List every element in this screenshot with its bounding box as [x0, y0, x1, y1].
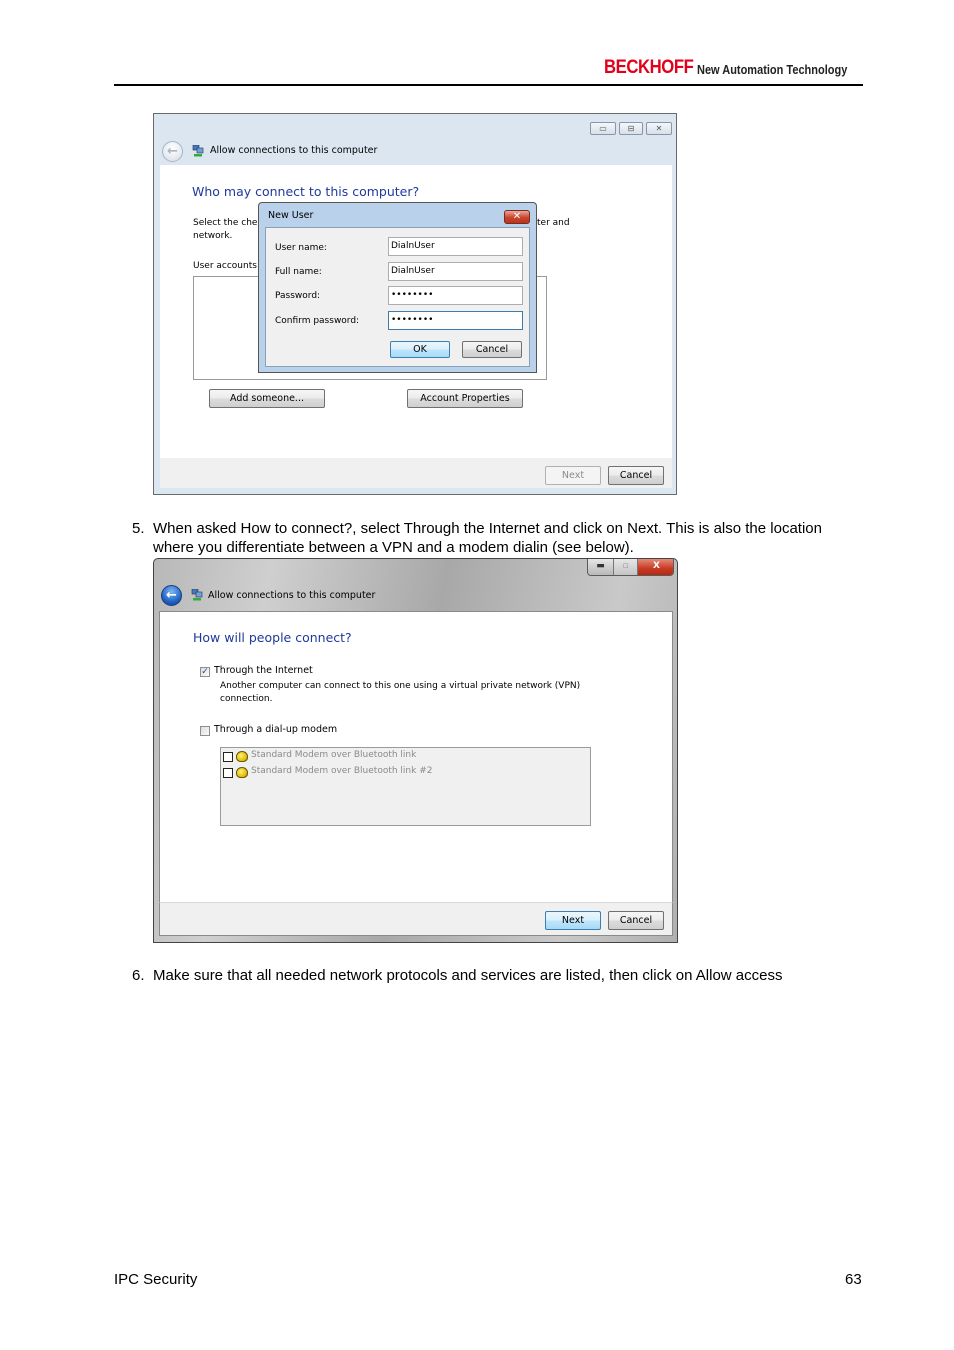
- back-arrow-icon: ←: [167, 144, 178, 159]
- through-internet-label[interactable]: Through the Internet: [214, 665, 313, 676]
- modem-icon: [236, 767, 248, 778]
- step-5-line1: When asked How to connect?, select Throu…: [153, 520, 822, 537]
- new-user-dialog: New User ✕ User name: DialnUser Full nam…: [258, 202, 537, 373]
- wizard-footer: Next Cancel: [159, 903, 673, 936]
- next-button[interactable]: Next: [545, 466, 601, 485]
- dial-up-modem-label[interactable]: Through a dial-up modem: [214, 724, 337, 735]
- caption-buttons: ▬ ▫ X: [587, 559, 674, 576]
- modem-icon: [236, 751, 248, 762]
- full-name-input[interactable]: DialnUser: [388, 262, 523, 281]
- close-button[interactable]: X: [638, 559, 673, 575]
- back-button[interactable]: ←: [162, 141, 183, 162]
- network-computer-icon: [191, 589, 203, 601]
- step-6-text: Make sure that all needed network protoc…: [153, 967, 783, 984]
- internet-description-line2: connection.: [220, 694, 273, 704]
- beckhoff-logo: BECKHOFF: [604, 57, 694, 78]
- modem-checkbox[interactable]: [223, 768, 233, 778]
- window-title: Allow connections to this computer: [210, 145, 378, 156]
- account-properties-button[interactable]: Account Properties: [407, 389, 523, 408]
- page-number: 63: [845, 1271, 862, 1288]
- header-divider: [114, 84, 863, 86]
- instruction-text: Select the che: [193, 218, 258, 228]
- cancel-button[interactable]: Cancel: [608, 466, 664, 485]
- dialog-cancel-button[interactable]: Cancel: [462, 341, 522, 358]
- minimize-button[interactable]: ▭: [590, 122, 616, 135]
- maximize-button[interactable]: ▫: [614, 559, 638, 575]
- user-accounts-label: User accounts: [193, 261, 257, 271]
- internet-description: Another computer can connect to this one…: [220, 681, 581, 691]
- brand-tagline: New Automation Technology: [697, 63, 848, 77]
- back-arrow-icon: ←: [166, 588, 177, 603]
- dialog-close-button[interactable]: ✕: [504, 210, 530, 224]
- step-5-number: 5.: [132, 520, 145, 537]
- next-button[interactable]: Next: [545, 911, 601, 930]
- allow-connections-window-connect: ▬ ▫ X ← Allow connections to this comput…: [153, 558, 678, 943]
- modem-item[interactable]: Standard Modem over Bluetooth link: [251, 750, 416, 760]
- wizard-content: How will people connect? ✓ Through the I…: [159, 611, 673, 903]
- password-label: Password:: [275, 291, 321, 301]
- back-button[interactable]: ←: [161, 585, 182, 606]
- dial-up-modem-checkbox[interactable]: [200, 726, 210, 736]
- ok-button[interactable]: OK: [390, 341, 450, 358]
- confirm-password-input[interactable]: ••••••••: [388, 311, 523, 330]
- cancel-button[interactable]: Cancel: [608, 911, 664, 930]
- dialog-title: New User: [268, 210, 314, 221]
- modem-list[interactable]: Standard Modem over Bluetooth link Stand…: [220, 747, 591, 826]
- step-5-line2: where you differentiate between a VPN an…: [153, 539, 634, 556]
- wizard-heading: Who may connect to this computer?: [192, 184, 420, 199]
- wizard-heading: How will people connect?: [193, 630, 352, 645]
- close-button[interactable]: ✕: [646, 122, 672, 135]
- dialog-body: User name: DialnUser Full name: DialnUse…: [265, 227, 530, 367]
- wizard-footer: Next Cancel: [160, 458, 672, 488]
- network-computer-icon: [192, 145, 204, 157]
- window-title: Allow connections to this computer: [208, 590, 376, 601]
- full-name-label: Full name:: [275, 267, 322, 277]
- instruction-text-right: ter and: [537, 218, 570, 228]
- add-someone-button[interactable]: Add someone...: [209, 389, 325, 408]
- user-name-input[interactable]: DialnUser: [388, 237, 523, 256]
- modem-item[interactable]: Standard Modem over Bluetooth link #2: [251, 766, 432, 776]
- confirm-password-label: Confirm password:: [275, 316, 360, 326]
- minimize-button[interactable]: ▬: [588, 559, 614, 575]
- through-internet-checkbox[interactable]: ✓: [200, 667, 210, 677]
- footer-section: IPC Security: [114, 1271, 198, 1288]
- modem-checkbox[interactable]: [223, 752, 233, 762]
- step-6-number: 6.: [132, 967, 145, 984]
- password-input[interactable]: ••••••••: [388, 286, 523, 305]
- maximize-button[interactable]: ⊟: [619, 122, 643, 135]
- instruction-text-line2: network.: [193, 231, 233, 241]
- user-name-label: User name:: [275, 243, 327, 253]
